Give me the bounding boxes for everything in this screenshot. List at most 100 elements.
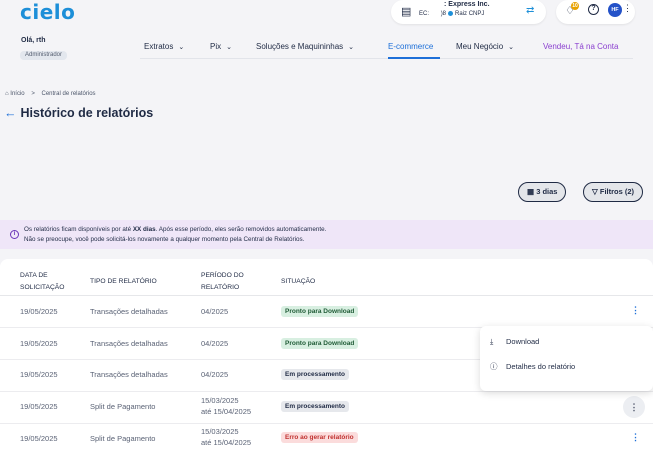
chevron-down-icon: ⌄	[508, 44, 515, 51]
chevron-down-icon: ⌄	[226, 44, 232, 51]
cell-period: 04/2025	[201, 339, 229, 348]
calendar-icon: ▦	[527, 187, 535, 196]
period-label: 3 dias	[536, 187, 558, 196]
header-period-l2: RELATÓRIO	[201, 284, 240, 291]
chevron-down-icon: ⌄	[348, 44, 355, 51]
cell-type: Transações detalhadas	[90, 307, 168, 316]
filters-button[interactable]: ▽ Filtros (2)	[583, 182, 644, 202]
header-type: TIPO DE RELATÓRIO	[90, 278, 157, 285]
row-actions-icon[interactable]: ⋮	[631, 432, 640, 443]
download-icon: ⤓	[490, 337, 494, 346]
menu-item-label: Download	[506, 337, 540, 346]
cell-period: 04/2025	[201, 307, 229, 316]
header-actions: ♢ 10 ? HF ⋮	[556, 0, 635, 24]
info-text: Os relatórios ficam disponíveis por até …	[24, 225, 326, 244]
menu-item-details[interactable]: ⓘ Detalhes do relatório	[490, 361, 575, 372]
nav-pix[interactable]: Pix ⌄	[210, 42, 232, 58]
cell-period: 15/03/2025 até 15/04/2025	[201, 426, 251, 448]
table-row: 19/05/2025 Split de Pagamento 15/03/2025…	[0, 392, 653, 424]
cnpj-prefix: EC:	[419, 11, 431, 18]
page-title: ← Histórico de relatórios	[4, 106, 153, 120]
status-badge: Em processamento	[281, 401, 349, 412]
nav-label: Soluções e Maquininhas	[256, 42, 344, 51]
nav-ecommerce[interactable]: E-commerce	[388, 42, 433, 58]
cell-date: 19/05/2025	[20, 339, 58, 348]
company-cnpj: EC: )8 Raiz CNPJ	[419, 11, 484, 17]
breadcrumb-current[interactable]: Central de relatórios	[42, 91, 96, 97]
row-actions-icon[interactable]: ⋮	[623, 396, 645, 418]
table-row: 19/05/2025 Transações detalhadas 04/2025…	[0, 296, 653, 328]
avatar[interactable]: HF	[608, 3, 622, 17]
nav-extratos[interactable]: Extratos ⌄	[144, 42, 184, 58]
back-arrow-icon[interactable]: ←	[4, 106, 17, 120]
root-cnpj-label: Raiz CNPJ	[455, 11, 485, 18]
active-nav-indicator	[388, 57, 440, 59]
row-actions-menu: ⤓ Download ⓘ Detalhes do relatório	[480, 326, 653, 391]
period-start: 15/03/2025	[201, 427, 239, 436]
breadcrumb-home[interactable]: Início	[10, 91, 24, 97]
filters-label: Filtros (2)	[599, 187, 635, 196]
more-icon[interactable]: ⋮	[623, 3, 632, 14]
cell-type: Split de Pagamento	[90, 402, 156, 411]
status-badge: Pronto para Download	[281, 306, 359, 317]
nav-label: Vendeu, Tá na Conta	[543, 42, 619, 51]
nav-label: Meu Negócio	[456, 42, 504, 51]
root-dot-icon	[448, 11, 454, 16]
info-banner: i Os relatórios ficam disponíveis por at…	[0, 220, 653, 249]
header-date-l1: DATA DE	[20, 272, 48, 279]
status-badge: Pronto para Download	[281, 338, 359, 349]
info-text-bold: XX dias	[132, 226, 156, 233]
header-period: PERÍODO DO RELATÓRIO	[201, 270, 244, 294]
cell-date: 19/05/2025	[20, 402, 58, 411]
header-period-l1: PERÍODO DO	[201, 272, 244, 279]
info-text-part: . Após esse período, eles serão removido…	[155, 226, 327, 233]
cielo-logo[interactable]: cielo	[20, 0, 75, 24]
menu-item-download[interactable]: ⤓ Download	[490, 337, 539, 347]
cell-period: 04/2025	[201, 370, 229, 379]
chevron-down-icon: ⌄	[178, 44, 185, 51]
cell-date: 19/05/2025	[20, 307, 58, 316]
status-badge: Em processamento	[281, 369, 349, 380]
role-badge: Administrador	[20, 51, 68, 60]
info-line-2: Não se preocupe, você pode solicitá-los …	[24, 235, 305, 243]
table-row: 19/05/2025 Split de Pagamento 15/03/2025…	[0, 424, 653, 455]
company-name: : Express Inc.	[444, 1, 490, 8]
period-end: até 15/04/2025	[201, 438, 252, 447]
filter-icon: ▽	[592, 187, 598, 196]
cell-date: 19/05/2025	[20, 370, 58, 379]
cell-date: 19/05/2025	[20, 434, 58, 443]
nav-vendeu-ta-na-conta[interactable]: Vendeu, Tá na Conta	[543, 42, 618, 58]
page-title-text: Histórico de relatórios	[20, 106, 154, 120]
user-greeting: Olá, rth	[21, 37, 46, 44]
period-filter-button[interactable]: ▦ 3 dias	[518, 182, 567, 202]
cell-type: Transações detalhadas	[90, 370, 168, 379]
info-icon: i	[10, 230, 19, 239]
cell-type: Split de Pagamento	[90, 434, 156, 443]
switch-company-icon[interactable]: ⇄	[526, 5, 534, 16]
cnpj-suffix: )8	[440, 11, 447, 18]
nav-label: Extratos	[144, 42, 174, 51]
nav-solucoes[interactable]: Soluções e Maquininhas ⌄	[256, 42, 354, 58]
nav-meu-negocio[interactable]: Meu Negócio ⌄	[456, 42, 514, 58]
breadcrumb: ⌂ Início > Central de relatórios	[5, 91, 96, 97]
info-circle-icon: ⓘ	[490, 362, 498, 371]
period-start: 15/03/2025	[201, 396, 239, 405]
help-icon[interactable]: ?	[588, 4, 599, 15]
cell-type: Transações detalhadas	[90, 339, 168, 348]
status-badge: Erro ao gerar relatório	[281, 432, 358, 443]
nav-label: Pix	[210, 42, 222, 51]
breadcrumb-separator: >	[31, 91, 35, 97]
top-header: cielo ▤ : Express Inc. EC: )8 Raiz CNPJ ⇄…	[0, 0, 653, 70]
company-selector[interactable]: ▤ : Express Inc. EC: )8 Raiz CNPJ ⇄	[391, 0, 546, 24]
info-text-part: Os relatórios ficam disponíveis por até	[24, 226, 133, 233]
nav-divider	[140, 58, 633, 59]
home-icon[interactable]: ⌂	[5, 91, 9, 97]
header-date: DATA DE SOLICITAÇÃO	[20, 270, 64, 294]
cell-period: 15/03/2025 até 15/04/2025	[201, 395, 251, 417]
nav-label: E-commerce	[388, 42, 434, 51]
period-end: até 15/04/2025	[201, 407, 252, 416]
info-line-1: Os relatórios ficam disponíveis por até …	[24, 225, 326, 235]
header-status: SITUAÇÃO	[281, 278, 316, 285]
header-date-l2: SOLICITAÇÃO	[20, 284, 65, 291]
row-actions-icon[interactable]: ⋮	[631, 305, 640, 316]
